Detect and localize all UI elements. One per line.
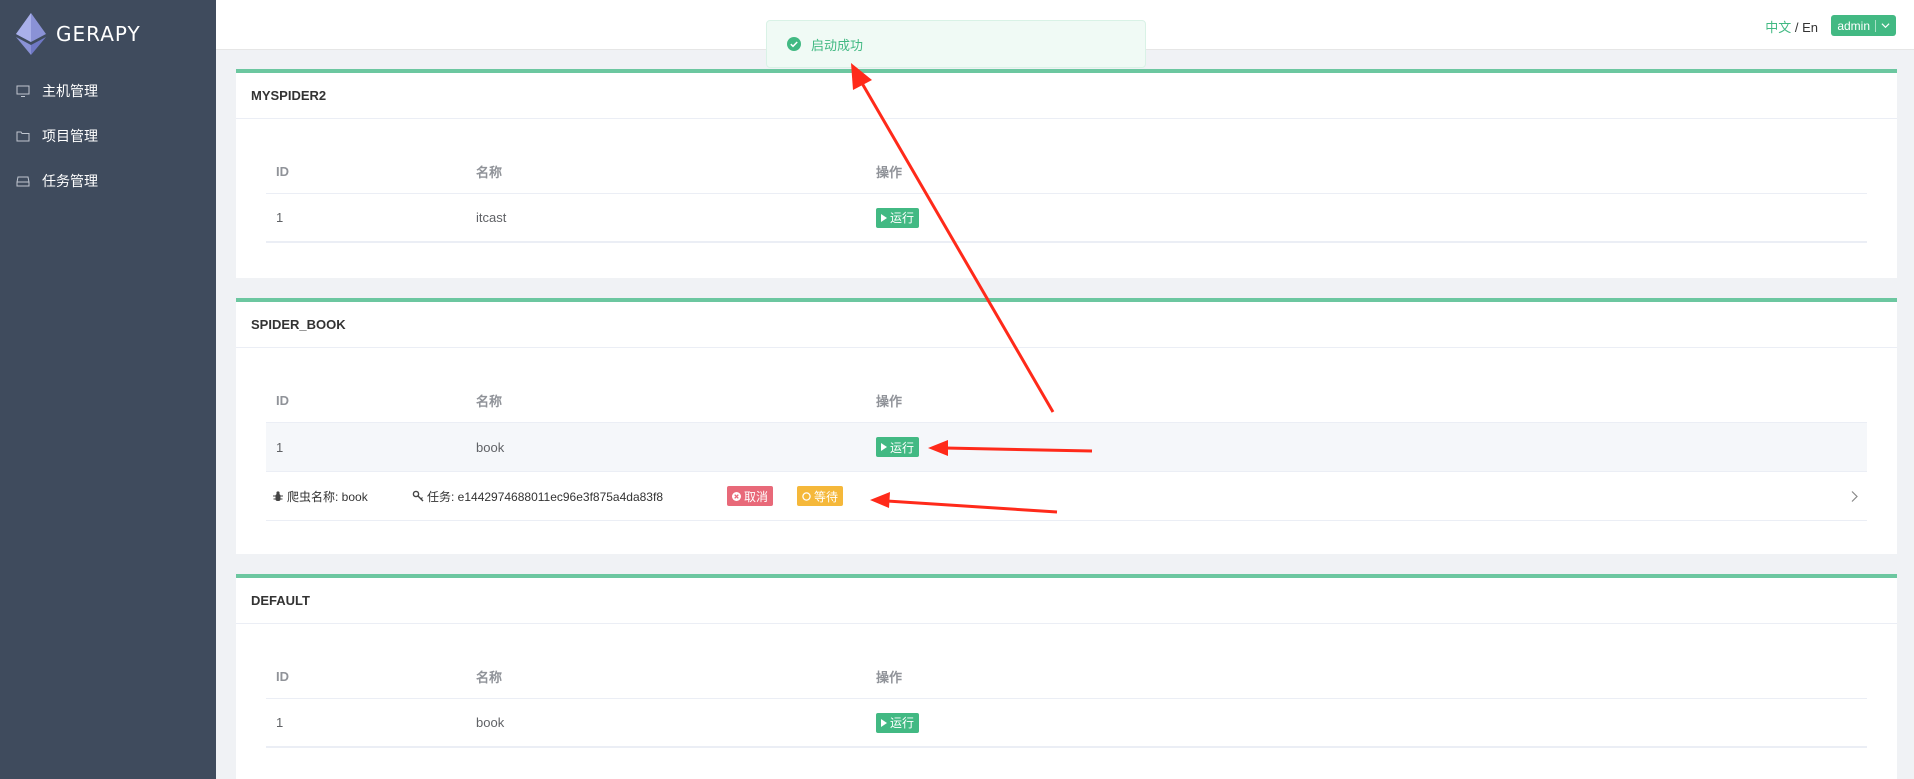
chevron-right-icon[interactable] bbox=[1850, 490, 1859, 503]
project-card: DEFAULT ID 名称 操作 1 book 运行 bbox=[236, 574, 1897, 779]
table-header: ID 名称 操作 bbox=[266, 378, 1867, 423]
language-switch: 中文 / En bbox=[1765, 17, 1818, 36]
run-button[interactable]: 运行 bbox=[876, 207, 920, 228]
app-title: GERAPY bbox=[56, 22, 141, 46]
sidebar-item-label: 主机管理 bbox=[42, 82, 98, 99]
check-circle-icon bbox=[787, 37, 801, 51]
status-badge: 等待 bbox=[797, 486, 844, 506]
sidebar-item-label: 项目管理 bbox=[42, 127, 98, 144]
project-title: DEFAULT bbox=[236, 578, 1897, 624]
table-header: ID 名称 操作 bbox=[266, 149, 1867, 194]
bug-icon bbox=[273, 491, 283, 501]
column-header-id: ID bbox=[276, 163, 289, 179]
sidebar-item-hosts[interactable]: 主机管理 bbox=[0, 68, 216, 113]
project-body: ID 名称 操作 1 itcast 运行 bbox=[236, 119, 1897, 273]
column-header-name: 名称 bbox=[476, 669, 503, 685]
circle-outline-icon bbox=[802, 491, 811, 501]
sidebar-item-tasks[interactable]: 任务管理 bbox=[0, 158, 216, 203]
ethereum-logo-icon bbox=[16, 13, 46, 55]
run-label: 运行 bbox=[890, 716, 915, 730]
inbox-icon bbox=[16, 176, 30, 186]
column-header-op: 操作 bbox=[876, 393, 903, 409]
status-label: 等待 bbox=[814, 489, 839, 504]
chevron-down-icon bbox=[1881, 23, 1890, 29]
spider-table: ID 名称 操作 1 book 运行 bbox=[266, 654, 1867, 748]
sidebar-item-label: 任务管理 bbox=[42, 172, 98, 189]
play-icon bbox=[881, 443, 887, 451]
play-icon bbox=[881, 718, 887, 727]
run-button[interactable]: 运行 bbox=[876, 712, 920, 733]
table-row: 1 itcast 运行 bbox=[266, 194, 1867, 243]
cell-id: 1 bbox=[276, 715, 284, 730]
lang-separator: / bbox=[1794, 20, 1799, 35]
cell-name: book bbox=[476, 439, 505, 455]
table-row: 1 book 运行 bbox=[266, 423, 1867, 472]
column-header-id: ID bbox=[276, 668, 289, 684]
run-label: 运行 bbox=[890, 440, 915, 455]
table-row: 1 book 运行 bbox=[266, 699, 1867, 748]
cell-op: 运行 bbox=[866, 207, 1867, 228]
button-divider bbox=[1875, 19, 1876, 32]
project-title: MYSPIDER2 bbox=[236, 73, 1897, 119]
cell-id: 1 bbox=[276, 210, 284, 225]
cell-name: book bbox=[476, 715, 505, 730]
lang-en-link[interactable]: En bbox=[1802, 20, 1818, 35]
play-icon bbox=[881, 213, 887, 222]
folder-icon bbox=[16, 131, 30, 141]
cell-op: 运行 bbox=[866, 712, 1867, 733]
column-header-name: 名称 bbox=[476, 164, 503, 180]
sidebar: GERAPY 主机管理 项目管理 任务管理 bbox=[0, 0, 216, 779]
toast-message: 启动成功 bbox=[811, 37, 864, 53]
cell-name: itcast bbox=[476, 210, 507, 225]
cell-op: 运行 bbox=[866, 437, 1867, 457]
logo[interactable]: GERAPY bbox=[0, 0, 216, 68]
monitor-icon bbox=[16, 85, 30, 97]
job-spider-label: 爬虫名称: book bbox=[287, 489, 368, 504]
job-row[interactable]: 爬虫名称: book 任务: e1442974688011ec96e3f875a… bbox=[266, 472, 1867, 521]
job-spider-name: 爬虫名称: book bbox=[272, 488, 412, 505]
project-title: SPIDER_BOOK bbox=[236, 302, 1897, 348]
job-task-id: 任务: e1442974688011ec96e3f875a4da83f8 bbox=[412, 488, 727, 505]
run-label: 运行 bbox=[890, 211, 915, 225]
project-body: ID 名称 操作 1 book 运行 bbox=[236, 348, 1897, 551]
column-header-name: 名称 bbox=[476, 393, 503, 409]
cell-id: 1 bbox=[276, 439, 284, 455]
sidebar-item-projects[interactable]: 项目管理 bbox=[0, 113, 216, 158]
key-icon bbox=[412, 490, 424, 502]
main-content: MYSPIDER2 ID 名称 操作 1 itcast 运行 SPIDER_BO… bbox=[236, 69, 1897, 779]
lang-zh-link[interactable]: 中文 bbox=[1765, 20, 1791, 35]
project-card: SPIDER_BOOK ID 名称 操作 1 book 运行 爬虫名称: boo… bbox=[236, 298, 1897, 554]
spider-table: ID 名称 操作 1 book 运行 bbox=[266, 378, 1867, 521]
table-header: ID 名称 操作 bbox=[266, 654, 1867, 699]
column-header-id: ID bbox=[276, 392, 289, 408]
user-name: admin bbox=[1837, 18, 1870, 33]
spider-table: ID 名称 操作 1 itcast 运行 bbox=[266, 149, 1867, 243]
cancel-label: 取消 bbox=[744, 489, 769, 504]
success-toast: 启动成功 bbox=[766, 20, 1146, 68]
job-task-label: 任务: e1442974688011ec96e3f875a4da83f8 bbox=[427, 489, 663, 504]
user-menu-button[interactable]: admin bbox=[1831, 15, 1896, 36]
cancel-button[interactable]: 取消 bbox=[727, 486, 774, 506]
column-header-op: 操作 bbox=[876, 164, 903, 180]
column-header-op: 操作 bbox=[876, 669, 903, 685]
project-card: MYSPIDER2 ID 名称 操作 1 itcast 运行 bbox=[236, 69, 1897, 278]
project-body: ID 名称 操作 1 book 运行 bbox=[236, 624, 1897, 778]
run-button[interactable]: 运行 bbox=[876, 437, 920, 457]
close-icon bbox=[732, 491, 741, 501]
